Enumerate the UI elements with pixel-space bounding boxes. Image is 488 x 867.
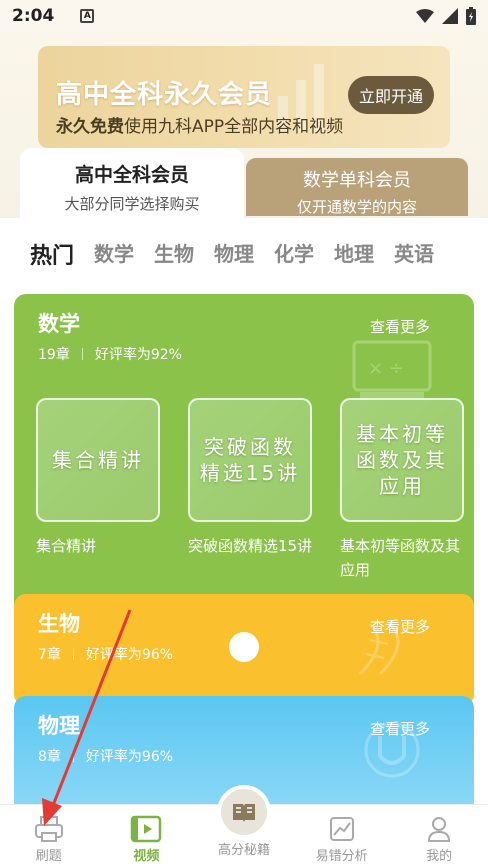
banner-subtitle-bold: 永久免费	[56, 117, 124, 137]
subject-tab-hot[interactable]: 热门	[30, 238, 79, 272]
nav-item-practice[interactable]: 刷题	[0, 805, 98, 867]
course-item[interactable]: 基本初等函数及其应用 基本初等函数及其应用	[340, 398, 466, 582]
status-icons	[416, 7, 476, 25]
status-bar: 2:04 A	[0, 0, 488, 32]
tier-tab-all-subjects[interactable]: 高中全科会员 大部分同学选择购买	[20, 148, 244, 218]
nav-label: 视频	[133, 849, 160, 864]
nav-item-secrets[interactable]: 高分秘籍	[195, 785, 293, 867]
card-title: 物理	[38, 714, 80, 738]
course-label: 集合精讲	[36, 537, 97, 555]
user-icon	[425, 813, 453, 845]
rating-text: 好评率为96%	[85, 749, 174, 765]
chapter-count: 7章	[38, 647, 61, 663]
divider	[72, 648, 74, 660]
subject-tab-biology[interactable]: 生物	[154, 238, 194, 270]
printer-icon	[34, 813, 64, 845]
card-meta: 8章 好评率为96%	[38, 746, 173, 766]
rating-text: 好评率为96%	[85, 647, 174, 663]
signal-icon	[442, 8, 458, 24]
wifi-icon	[416, 9, 434, 23]
book-icon	[216, 785, 271, 839]
svg-text:× ÷: × ÷	[368, 358, 404, 379]
divider	[81, 348, 83, 360]
membership-tier-tabs: 高中全科会员 大部分同学选择购买 数学单科会员 仅开通数学的内容	[18, 148, 470, 218]
course-item[interactable]: 突破函数精选15讲 突破函数精选15讲	[188, 398, 314, 558]
nav-item-video[interactable]: 视频	[98, 805, 196, 867]
rating-text: 好评率为92%	[94, 347, 182, 363]
chapter-count: 8章	[38, 749, 61, 765]
course-thumbnail: 突破函数精选15讲	[188, 398, 312, 522]
tier-tab-math-only[interactable]: 数学单科会员 仅开通数学的内容	[246, 158, 468, 216]
course-thumbnail: 基本初等函数及其应用	[340, 398, 464, 522]
banner-subtitle-rest: 使用九科APP全部内容和视频	[124, 117, 344, 137]
nav-label: 我的	[426, 849, 453, 864]
card-title: 数学	[38, 312, 80, 336]
battery-icon	[466, 7, 476, 25]
course-item[interactable]: 集合精讲 集合精讲	[36, 398, 162, 558]
floating-touch-indicator[interactable]	[229, 632, 259, 662]
banner-title: 高中全科永久会员	[56, 80, 273, 110]
nav-item-me[interactable]: 我的	[390, 805, 488, 867]
course-label: 基本初等函数及其应用	[340, 537, 461, 579]
tier-tab-desc: 大部分同学选择购买	[64, 195, 200, 213]
video-icon	[130, 813, 162, 845]
notification-icon: A	[80, 9, 95, 23]
card-meta: 7章 好评率为96%	[38, 644, 173, 664]
subject-tab-chemistry[interactable]: 化学	[274, 238, 314, 270]
view-more-link[interactable]: 查看更多	[370, 616, 430, 637]
main-content: 热门 数学 生物 物理 化学 地理 英语 × ÷ 数学 19章 好评率为92% …	[0, 218, 488, 816]
nav-item-mistakes[interactable]: 易错分析	[293, 805, 391, 867]
status-time: 2:04	[12, 6, 55, 26]
banner-subtitle: 永久免费使用九科APP全部内容和视频	[56, 112, 343, 137]
card-meta: 19章 好评率为92%	[38, 344, 182, 364]
open-now-button[interactable]: 立即开通	[348, 76, 434, 114]
view-more-link[interactable]: 查看更多	[370, 316, 430, 337]
subject-tab-physics[interactable]: 物理	[214, 238, 254, 270]
nav-label: 高分秘籍	[217, 843, 270, 858]
card-title: 生物	[38, 612, 80, 636]
tier-tab-title: 高中全科会员	[74, 164, 189, 186]
vip-banner[interactable]: 高中全科永久会员 永久免费使用九科APP全部内容和视频 立即开通	[38, 46, 450, 148]
course-thumbnail: 集合精讲	[36, 398, 160, 522]
chapter-count: 19章	[38, 347, 70, 363]
bottom-nav: 刷题 视频 高分秘籍 易错分析 我的	[0, 785, 488, 867]
subject-tab-math[interactable]: 数学	[94, 238, 134, 270]
nav-label: 易错分析	[315, 849, 368, 864]
nav-label: 刷题	[35, 849, 62, 864]
divider	[72, 750, 74, 762]
subject-tab-english[interactable]: 英语	[394, 238, 434, 270]
view-more-link[interactable]: 查看更多	[370, 718, 430, 739]
tier-tab-desc: 仅开通数学的内容	[296, 198, 417, 216]
analysis-chart-icon	[328, 813, 356, 845]
formula-board-icon: × ÷	[352, 340, 432, 398]
subject-tabs: 热门 数学 生物 物理 化学 地理 英语	[30, 238, 434, 272]
tier-tab-title: 数学单科会员	[303, 170, 411, 191]
course-label: 突破函数精选15讲	[188, 537, 313, 555]
subject-tab-geography[interactable]: 地理	[334, 238, 374, 270]
book-icon-circle	[220, 789, 267, 835]
